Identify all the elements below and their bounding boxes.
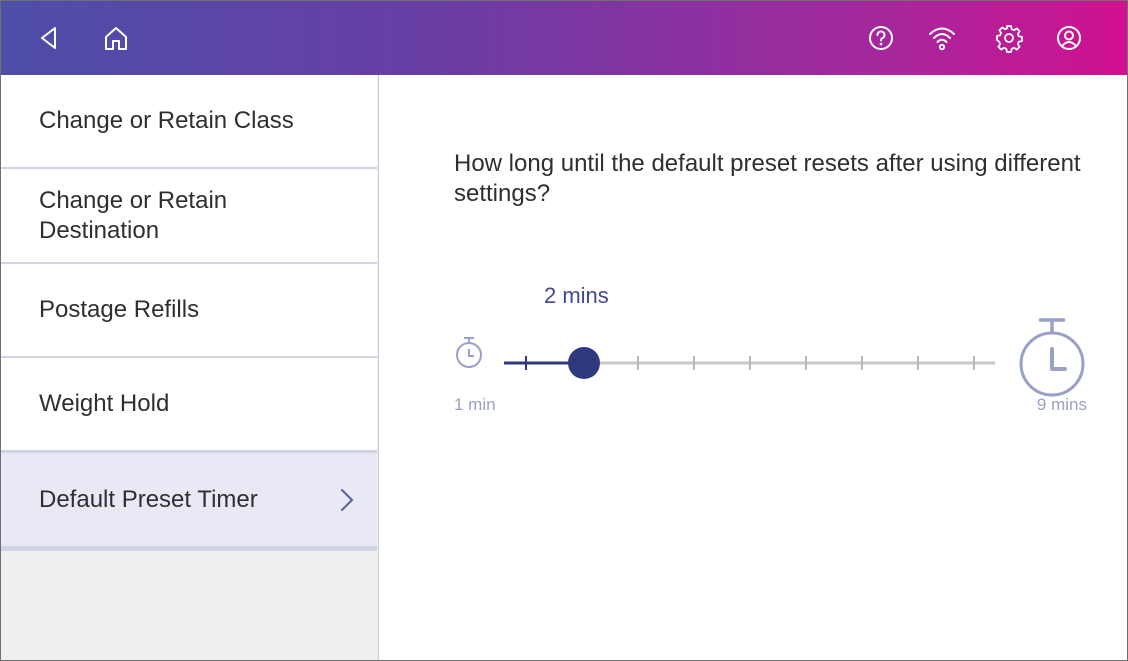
sidebar-item-label: Weight Hold bbox=[39, 390, 170, 417]
settings-sidebar: Change or Retain Class Change or Retain … bbox=[1, 75, 379, 660]
home-icon[interactable] bbox=[100, 22, 132, 54]
sidebar-item-weight-hold[interactable]: Weight Hold bbox=[1, 358, 377, 452]
chevron-right-icon bbox=[341, 488, 354, 511]
slider-min-label: 1 min bbox=[454, 395, 496, 414]
sidebar-item-change-or-retain-class[interactable]: Change or Retain Class bbox=[1, 75, 377, 169]
slider-thumb[interactable] bbox=[568, 347, 600, 379]
sidebar-item-change-or-retain-destination[interactable]: Change or Retain Destination bbox=[1, 169, 377, 264]
timer-slider[interactable] bbox=[447, 307, 1097, 407]
top-bar bbox=[1, 1, 1127, 75]
sidebar-item-default-preset-timer[interactable]: Default Preset Timer bbox=[1, 451, 377, 551]
device-screen: Change or Retain Class Change or Retain … bbox=[0, 0, 1128, 661]
wifi-icon[interactable] bbox=[926, 22, 958, 54]
sidebar-item-label: Postage Refills bbox=[39, 296, 200, 323]
sidebar-item-label: Change or Retain Class bbox=[39, 107, 294, 134]
back-icon[interactable] bbox=[33, 22, 65, 54]
sidebar-item-postage-refills[interactable]: Postage Refills bbox=[1, 264, 377, 358]
sidebar-item-label: Change or Retain Destination bbox=[39, 186, 228, 244]
question-text: How long until the default preset resets… bbox=[454, 150, 1081, 207]
stopwatch-small-icon bbox=[456, 337, 482, 368]
main-content: How long until the default preset resets… bbox=[379, 75, 1127, 660]
sidebar-item-label: Default Preset Timer bbox=[39, 485, 258, 513]
slider-value-label: 2 mins bbox=[544, 283, 609, 308]
stopwatch-large-icon bbox=[1019, 318, 1085, 397]
help-icon[interactable] bbox=[865, 22, 897, 54]
settings-icon[interactable] bbox=[993, 22, 1025, 54]
account-icon[interactable] bbox=[1053, 22, 1085, 54]
slider-max-label: 9 mins bbox=[1036, 395, 1087, 414]
